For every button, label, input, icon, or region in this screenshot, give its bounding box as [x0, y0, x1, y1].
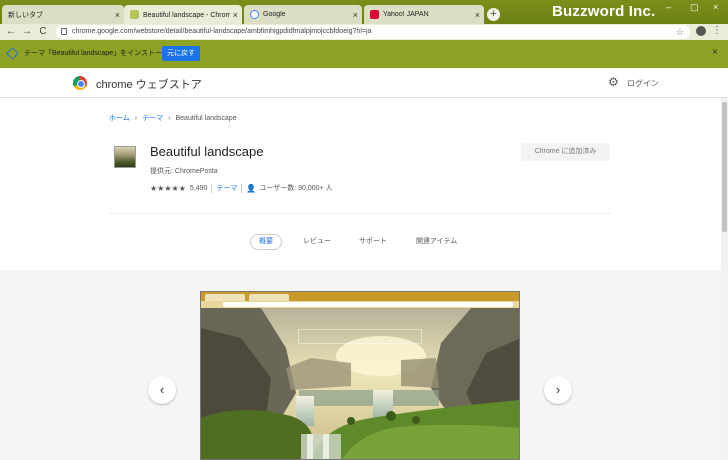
browser-toolbar: ← → C chrome.google.com/webstore/detail/… [0, 24, 728, 40]
tab-title: Yahoo! JAPAN [383, 11, 429, 18]
tab-close-icon[interactable]: × [475, 10, 480, 20]
tab-support[interactable]: サポート [359, 234, 387, 250]
tab-yahoo[interactable]: Yahoo! JAPAN × [364, 5, 484, 24]
extension-name: Beautiful landscape [150, 144, 264, 159]
gear-icon[interactable]: ⚙ [608, 75, 619, 89]
title-bar: 新しいタブ × Beautiful landscape - Chrome ウ ×… [0, 0, 728, 24]
rating-count[interactable]: 5,490 [190, 185, 208, 192]
menu-icon[interactable]: ⋮ [712, 25, 722, 36]
login-link[interactable]: ログイン [627, 78, 659, 89]
back-icon[interactable]: ← [5, 25, 17, 38]
undo-button[interactable]: 元に戻す [162, 46, 200, 61]
user-icon: 👤 [246, 183, 257, 193]
google-favicon-icon [250, 10, 259, 19]
tab-title: Google [263, 11, 286, 18]
preview-tab [249, 294, 289, 301]
gallery-prev-button[interactable]: ‹ [148, 376, 176, 404]
divider [211, 183, 213, 193]
webstore-favicon-icon [130, 10, 139, 19]
brand-watermark: Buzzword Inc. [552, 3, 656, 20]
category-link[interactable]: テーマ [216, 183, 237, 193]
theme-thumbnail [114, 146, 136, 168]
rating-stars-icon: ★★★★★ [150, 183, 186, 193]
address-bar[interactable]: chrome.google.com/webstore/detail/beauti… [56, 25, 690, 39]
gallery-next-button[interactable]: › [544, 376, 572, 404]
tab-close-icon[interactable]: × [353, 10, 358, 20]
provider-text: 提供元: ChromePosta [150, 168, 218, 175]
added-to-chrome-button[interactable]: Chrome に追加済み [521, 143, 610, 161]
tab-overview[interactable]: 概要 [250, 234, 282, 250]
bookmark-star-icon[interactable]: ☆ [676, 25, 684, 39]
new-tab-button[interactable]: + [487, 8, 500, 21]
divider [241, 183, 243, 193]
forward-icon[interactable]: → [21, 25, 33, 38]
theme-preview-screenshot [200, 291, 520, 460]
close-window-icon[interactable]: × [713, 2, 718, 12]
tab-google[interactable]: Google × [244, 5, 362, 24]
section-divider [109, 213, 611, 214]
tab-related[interactable]: 関連アイテム [416, 234, 457, 250]
tab-title: 新しいタブ [8, 11, 43, 19]
reload-icon[interactable]: C [37, 25, 49, 38]
paintbrush-icon [6, 47, 19, 60]
infobar-close-icon[interactable]: × [712, 47, 718, 58]
preview-toolbar [201, 301, 519, 308]
breadcrumb-theme[interactable]: テーマ [142, 115, 163, 122]
user-count: ユーザー数: 90,000+ 人 [259, 185, 333, 192]
tab-beautiful-landscape[interactable]: Beautiful landscape - Chrome ウ × [124, 5, 242, 24]
breadcrumb: ホーム › テーマ › Beautiful landscape [109, 113, 237, 123]
lock-icon [61, 28, 67, 35]
theme-installed-infobar: テーマ「Beautiful landscape」をインストールしました 元に戻す… [0, 40, 728, 68]
breadcrumb-home[interactable]: ホーム [109, 115, 130, 122]
tab-close-icon[interactable]: × [115, 10, 120, 20]
chevron-right-icon: › [168, 115, 171, 122]
yahoo-favicon-icon [370, 10, 379, 19]
store-header: chrome ウェブストア ⚙ ログイン [0, 68, 728, 98]
url-text: chrome.google.com/webstore/detail/beauti… [72, 28, 372, 35]
tab-reviews[interactable]: レビュー [303, 234, 331, 250]
breadcrumb-current: Beautiful landscape [175, 115, 237, 122]
scrollbar-thumb[interactable] [722, 102, 727, 232]
tab-new-tab[interactable]: 新しいタブ × [2, 5, 124, 24]
meta-row: ★★★★★ 5,490 テーマ 👤 ユーザー数: 90,000+ 人 [150, 183, 333, 193]
webstore-logo-icon[interactable] [73, 76, 87, 90]
preview-tab-strip [201, 292, 519, 301]
store-title[interactable]: chrome ウェブストア [96, 76, 202, 92]
tab-title: Beautiful landscape - Chrome ウ [143, 11, 230, 19]
preview-tab [205, 294, 245, 301]
minimize-icon[interactable]: – [666, 2, 671, 12]
chevron-right-icon: › [134, 115, 138, 122]
tab-close-icon[interactable]: × [233, 10, 238, 20]
profile-avatar-icon[interactable] [696, 26, 706, 36]
maximize-icon[interactable]: ▢ [690, 2, 699, 13]
preview-ntp-box [298, 329, 422, 344]
